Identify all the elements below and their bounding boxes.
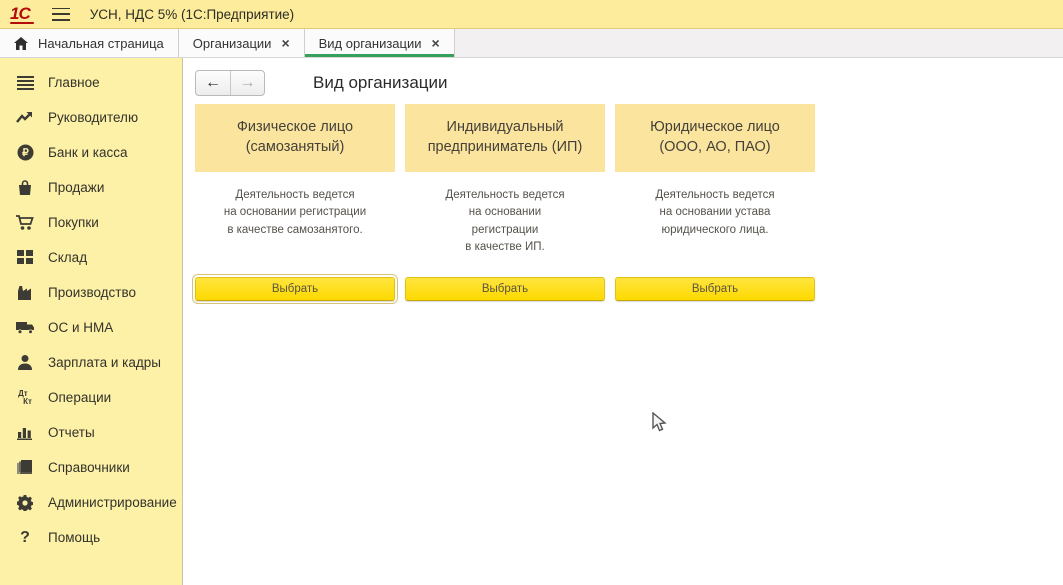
card-title: Физическое лицо (самозанятый)	[195, 104, 395, 172]
history-nav-group: ← →	[195, 70, 265, 96]
1c-logo-icon: 1С	[8, 5, 34, 24]
sidebar-item-label: Зарплата и кадры	[48, 355, 161, 370]
tab-org-type[interactable]: Вид организации ×	[305, 29, 455, 57]
shopping-bag-icon	[14, 178, 36, 198]
tab-organizations-label: Организации	[193, 36, 272, 51]
page-title: Вид организации	[313, 73, 448, 93]
choose-self-employed-button[interactable]: Выбрать	[195, 277, 395, 301]
choose-entrepreneur-button[interactable]: Выбрать	[405, 277, 605, 301]
debit-credit-icon: Дт Кт	[14, 388, 36, 408]
sidebar-item-warehouse[interactable]: Склад	[0, 240, 182, 275]
sidebar-item-reports[interactable]: Отчеты	[0, 415, 182, 450]
card-title: Юридическое лицо (ООО, АО, ПАО)	[615, 104, 815, 172]
sidebar-item-label: Продажи	[48, 180, 104, 195]
sidebar-item-directories[interactable]: Справочники	[0, 450, 182, 485]
sidebar-item-main[interactable]: Главное	[0, 65, 182, 100]
factory-icon	[14, 283, 36, 303]
card-individual-self-employed: Физическое лицо (самозанятый) Деятельнос…	[195, 104, 395, 275]
menu-lines-icon	[14, 73, 36, 93]
sidebar-item-purchases[interactable]: Покупки	[0, 205, 182, 240]
sidebar-item-label: Администрирование	[48, 495, 177, 510]
home-icon	[14, 37, 28, 50]
boxes-grid-icon	[14, 248, 36, 268]
tab-org-type-label: Вид организации	[319, 36, 422, 51]
trend-arrow-icon	[14, 108, 36, 128]
sidebar-item-label: Руководителю	[48, 110, 138, 125]
card-entrepreneur: Индивидуальный предприниматель (ИП) Деят…	[405, 104, 605, 275]
sidebar-nav: Главное Руководителю ₽ Банк и касса Прод…	[0, 58, 183, 585]
gear-icon	[14, 493, 36, 513]
close-icon[interactable]: ×	[432, 36, 440, 50]
tab-home-label: Начальная страница	[38, 36, 164, 51]
main-menu-icon[interactable]	[52, 8, 70, 21]
shopping-cart-icon	[14, 213, 36, 233]
sidebar-item-label: Операции	[48, 390, 111, 405]
bar-chart-icon	[14, 423, 36, 443]
sidebar-item-administration[interactable]: Администрирование	[0, 485, 182, 520]
sidebar-item-label: Справочники	[48, 460, 130, 475]
sidebar-item-label: Банк и касса	[48, 145, 128, 160]
tab-organizations[interactable]: Организации ×	[179, 29, 305, 57]
card-description: Деятельность ведется на основании устава…	[615, 187, 815, 275]
sidebar-item-help[interactable]: ? Помощь	[0, 520, 182, 555]
card-title: Индивидуальный предприниматель (ИП)	[405, 104, 605, 172]
card-description: Деятельность ведется на основании регист…	[405, 187, 605, 275]
card-legal-entity: Юридическое лицо (ООО, АО, ПАО) Деятельн…	[615, 104, 815, 275]
sidebar-item-label: Склад	[48, 250, 87, 265]
sidebar-item-fixed-assets[interactable]: ОС и НМА	[0, 310, 182, 345]
close-icon[interactable]: ×	[281, 36, 289, 50]
sidebar-item-bank[interactable]: ₽ Банк и касса	[0, 135, 182, 170]
tab-home[interactable]: Начальная страница	[0, 29, 179, 57]
ruble-circle-icon: ₽	[14, 143, 36, 163]
sidebar-item-label: Главное	[48, 75, 100, 90]
sidebar-item-salary[interactable]: Зарплата и кадры	[0, 345, 182, 380]
sidebar-item-label: Покупки	[48, 215, 99, 230]
back-button[interactable]: ←	[196, 71, 230, 95]
main-content: ← → Вид организации Физическое лицо (сам…	[183, 58, 1063, 585]
sidebar-item-operations[interactable]: Дт Кт Операции	[0, 380, 182, 415]
tab-bar: Начальная страница Организации × Вид орг…	[0, 29, 1063, 58]
card-description: Деятельность ведется на основании регист…	[195, 187, 395, 275]
sidebar-item-label: Отчеты	[48, 425, 95, 440]
sidebar-item-sales[interactable]: Продажи	[0, 170, 182, 205]
sidebar-item-label: ОС и НМА	[48, 320, 113, 335]
window-title: УСН, НДС 5% (1С:Предприятие)	[90, 7, 294, 22]
truck-icon	[14, 318, 36, 338]
sidebar-item-manager[interactable]: Руководителю	[0, 100, 182, 135]
person-icon	[14, 353, 36, 373]
sidebar-item-production[interactable]: Производство	[0, 275, 182, 310]
books-icon	[14, 458, 36, 478]
sidebar-item-label: Производство	[48, 285, 136, 300]
svg-text:₽: ₽	[22, 147, 29, 159]
sidebar-item-label: Помощь	[48, 530, 100, 545]
question-icon: ?	[14, 528, 36, 548]
choose-legal-entity-button[interactable]: Выбрать	[615, 277, 815, 301]
titlebar: 1С УСН, НДС 5% (1С:Предприятие)	[0, 0, 1063, 29]
forward-button[interactable]: →	[230, 71, 264, 95]
